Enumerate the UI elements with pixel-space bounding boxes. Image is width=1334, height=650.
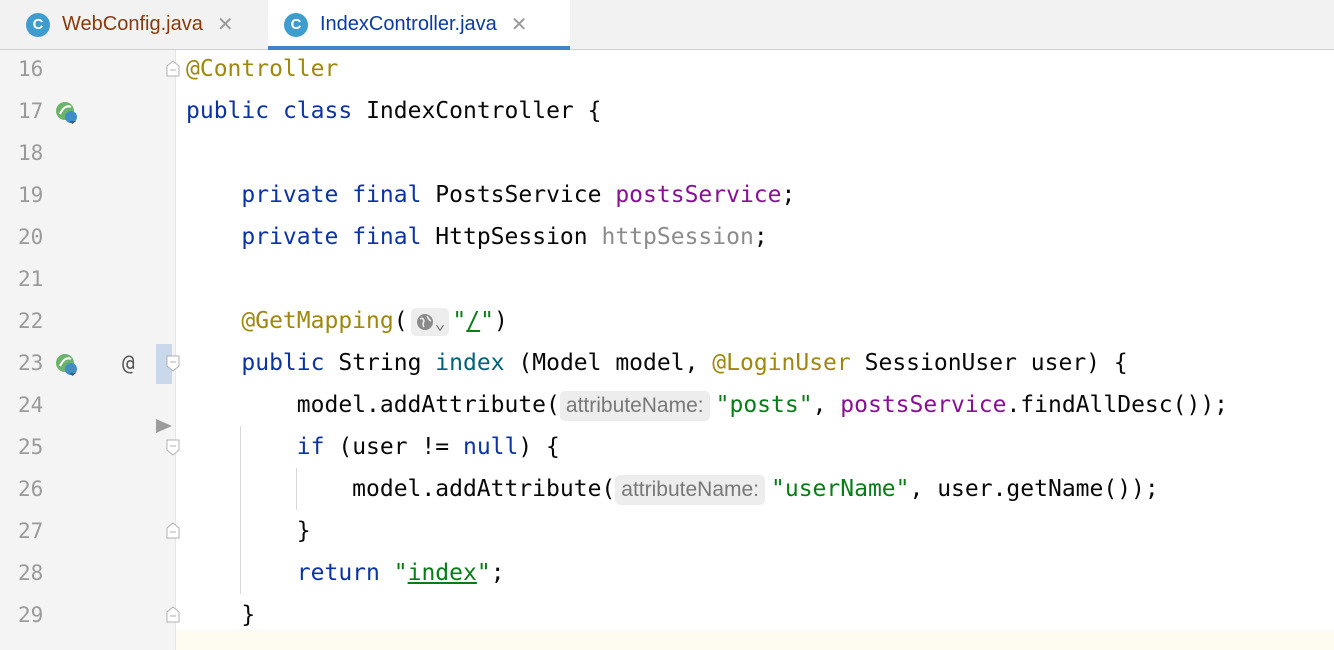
code-line-26: 26 model.addAttribute(attributeName: "use… <box>0 470 1334 512</box>
chevron-down-icon[interactable]: ⌄ <box>435 313 446 334</box>
code-line-19: 19 private final PostsService postsServi… <box>0 176 1334 218</box>
code-line-16: 16 @Controller <box>0 50 1334 92</box>
close-icon[interactable]: ✕ <box>511 12 528 37</box>
code-text: private final PostsService postsService; <box>241 182 796 208</box>
endpoint-icon[interactable]: @ <box>122 344 135 382</box>
code-line-18: 18 <box>0 134 1334 176</box>
code-line-22: 22 @GetMapping(⌄ "/") <box>0 302 1334 344</box>
code-line-17: 17 public class IndexController { <box>0 92 1334 134</box>
code-line-21: 21 <box>0 260 1334 302</box>
code-line-28: 28 return "index"; <box>0 554 1334 596</box>
line-number: 22 <box>18 309 44 333</box>
code-text: @Controller <box>186 56 339 82</box>
parameter-hint: attributeName: <box>559 391 710 421</box>
line-number: 23 <box>18 351 44 375</box>
line-number: 25 <box>18 435 44 459</box>
line-number: 21 <box>18 267 44 291</box>
close-icon[interactable]: ✕ <box>217 12 234 37</box>
line-number: 16 <box>18 57 44 81</box>
line-number: 27 <box>18 519 44 543</box>
fold-marker-icon[interactable] <box>165 438 181 456</box>
code-line-24: 24 model.addAttribute(attributeName: "pos… <box>0 386 1334 428</box>
line-number: 17 <box>18 99 44 123</box>
code-text: public String index (Model model, @Login… <box>241 350 1128 376</box>
fold-marker-icon[interactable] <box>165 606 181 624</box>
code-text: public class IndexController { <box>186 98 602 124</box>
line-number: 29 <box>18 603 44 627</box>
line-number: 19 <box>18 183 44 207</box>
line-number: 18 <box>18 141 44 165</box>
code-text: model.addAttribute(attributeName: "posts"… <box>186 386 1228 428</box>
tab-indexcontroller[interactable]: C IndexController.java ✕ <box>268 0 570 50</box>
editor-tab-bar: C WebConfig.java ✕ C IndexController.jav… <box>0 0 1334 50</box>
tab-label: WebConfig.java <box>62 13 203 35</box>
url-globe-icon[interactable]: ⌄ <box>410 307 450 336</box>
spring-bean-icon[interactable] <box>54 100 78 124</box>
line-number: 20 <box>18 225 44 249</box>
tab-webconfig[interactable]: C WebConfig.java ✕ <box>26 0 234 49</box>
breakpoint-arrow-icon[interactable] <box>156 419 172 433</box>
tab-label: IndexController.java <box>320 13 497 35</box>
code-text: @GetMapping(⌄ "/") <box>241 307 508 336</box>
code-editor[interactable]: 16 @Controller 17 public class IndexCont… <box>0 50 1334 650</box>
code-text: } <box>296 518 311 544</box>
line-number: 28 <box>18 561 44 585</box>
code-line-27: 27 } <box>0 512 1334 554</box>
code-line-29: 29 } <box>0 596 1334 638</box>
fold-marker-icon[interactable] <box>165 60 181 78</box>
class-icon: C <box>284 12 308 37</box>
fold-marker-icon[interactable] <box>165 354 181 372</box>
line-number: 24 <box>18 393 44 417</box>
code-text: model.addAttribute(attributeName: "userNa… <box>186 470 1159 512</box>
line-number: 26 <box>18 477 44 501</box>
code-text: if (user != null) { <box>296 434 560 460</box>
parameter-hint: attributeName: <box>615 475 766 505</box>
code-line-20: 20 private final HttpSession httpSession… <box>0 218 1334 260</box>
fold-marker-icon[interactable] <box>165 522 181 540</box>
spring-bean-icon[interactable] <box>54 352 78 376</box>
code-text: private final HttpSession httpSession; <box>241 224 768 250</box>
code-line-23: 23 @ public String index (Model model, @… <box>0 344 1334 386</box>
code-text: return "index"; <box>296 560 505 586</box>
class-icon: C <box>26 12 50 37</box>
code-text: } <box>241 602 256 628</box>
code-line-25: 25 if (user != null) { <box>0 419 1334 470</box>
